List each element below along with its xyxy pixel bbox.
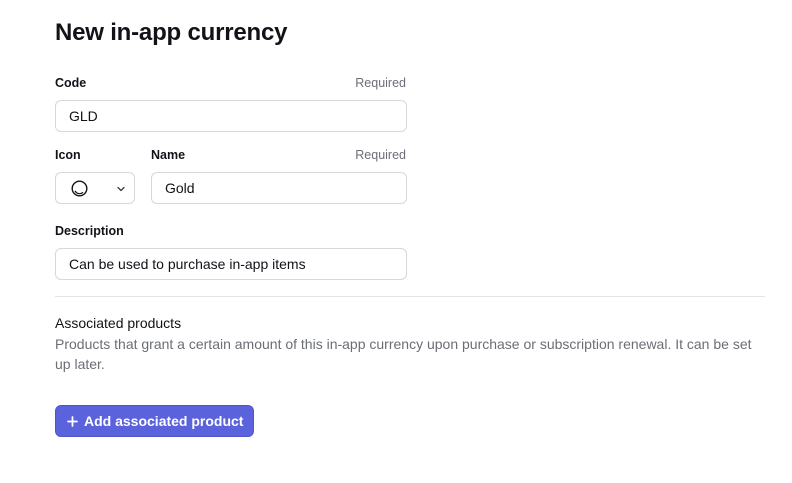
description-input[interactable]: Can be used to purchase in-app items bbox=[55, 248, 407, 280]
description-input-value: Can be used to purchase in-app items bbox=[69, 256, 306, 272]
section-divider bbox=[55, 296, 765, 297]
name-required-hint: Required bbox=[355, 148, 406, 162]
name-input[interactable]: Gold bbox=[151, 172, 407, 204]
icon-label: Icon bbox=[55, 148, 81, 162]
icon-select[interactable] bbox=[55, 172, 135, 204]
name-input-value: Gold bbox=[165, 180, 195, 196]
coin-icon bbox=[71, 180, 88, 197]
associated-products-description: Products that grant a certain amount of … bbox=[55, 336, 752, 372]
description-label: Description bbox=[55, 224, 124, 238]
code-required-hint: Required bbox=[355, 76, 406, 90]
name-label: Name bbox=[151, 148, 186, 162]
plus-icon bbox=[67, 415, 78, 427]
add-associated-product-label: Add associated product bbox=[84, 413, 244, 429]
code-input[interactable]: GLD bbox=[55, 100, 407, 132]
chevron-down-icon bbox=[117, 186, 125, 192]
new-currency-page: New in-app currency Code Required GLD Ic… bbox=[0, 0, 792, 483]
page-title: New in-app currency bbox=[55, 19, 288, 46]
code-label: Code bbox=[55, 76, 87, 90]
code-input-value: GLD bbox=[69, 108, 98, 124]
add-associated-product-button[interactable]: Add associated product bbox=[55, 405, 254, 437]
associated-products-title: Associated products bbox=[55, 315, 182, 331]
